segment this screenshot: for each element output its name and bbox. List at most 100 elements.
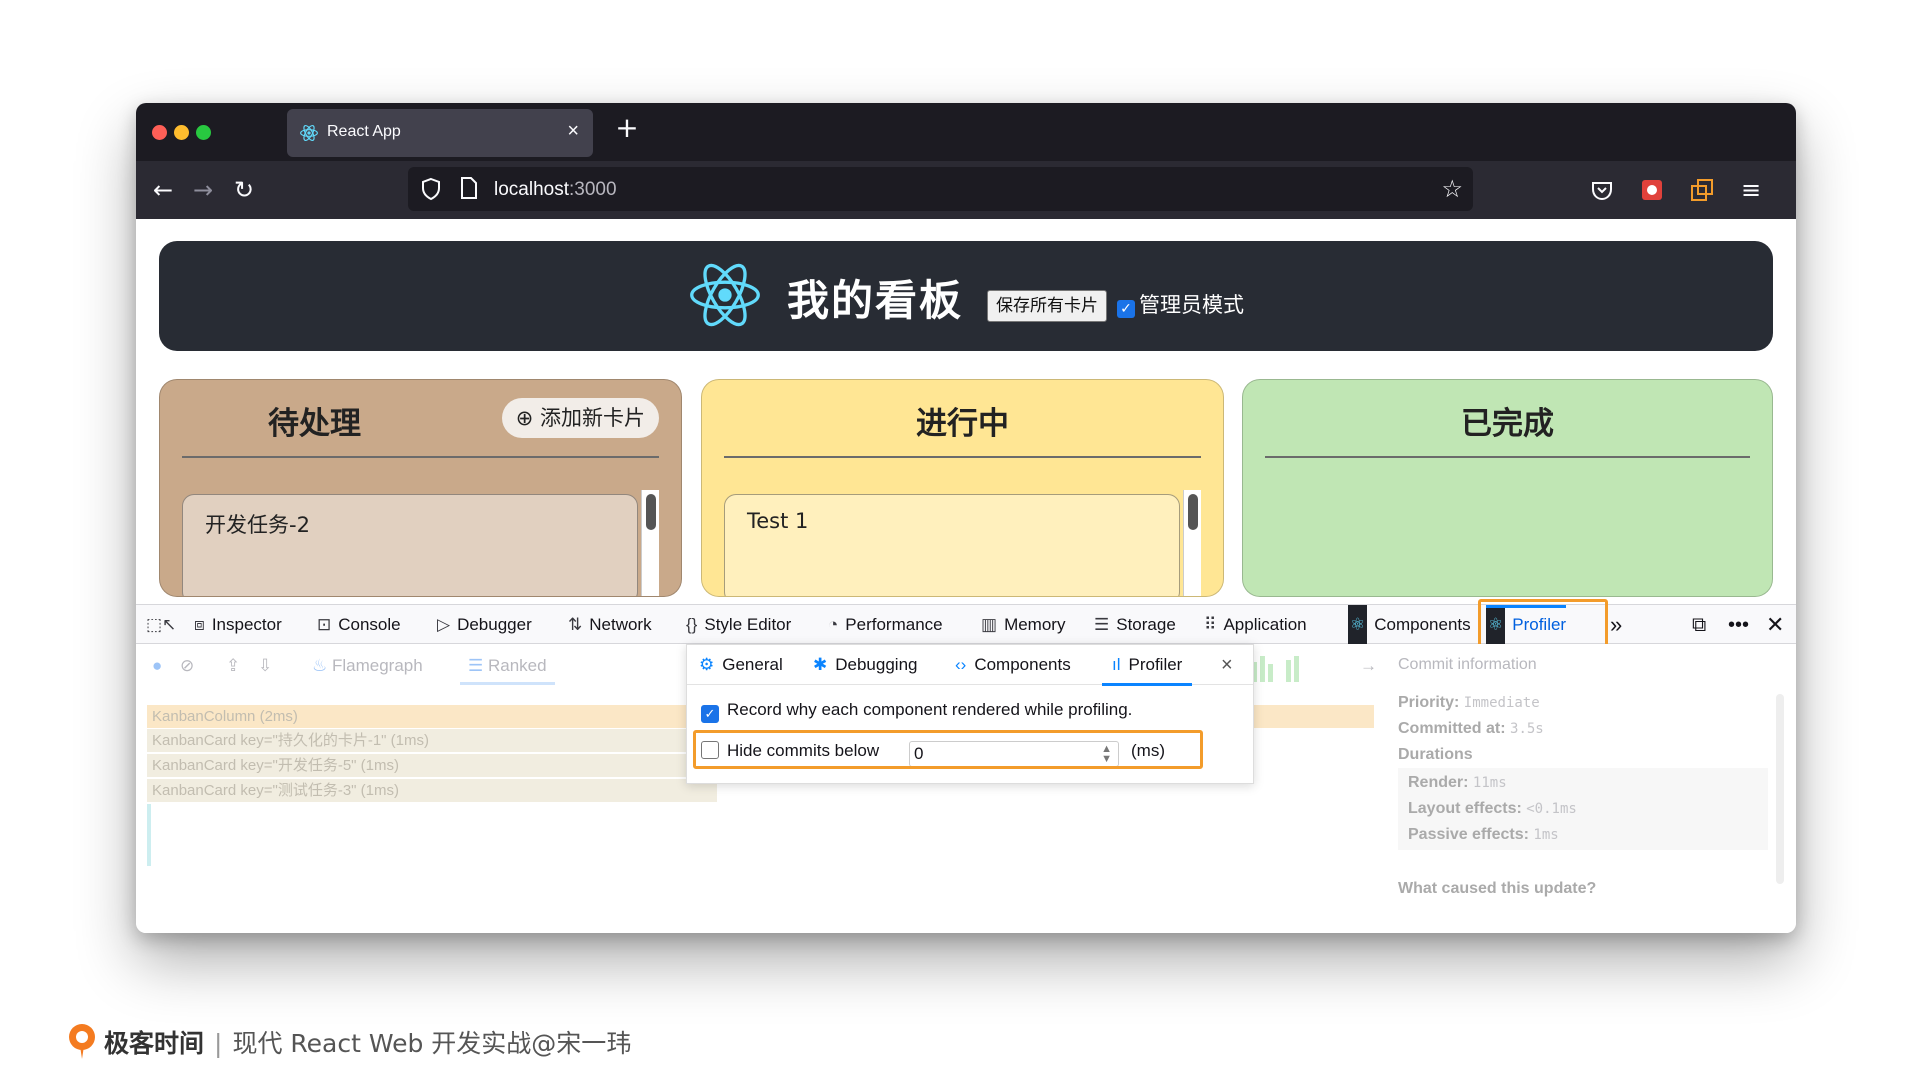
dock-side-icon[interactable]: ⧉ (1692, 605, 1706, 645)
shield-icon[interactable] (420, 177, 442, 201)
multi-window-icon[interactable] (1689, 177, 1715, 203)
ranked-tab[interactable]: ☰ Ranked (460, 656, 555, 685)
tab-label: Storage (1116, 615, 1176, 634)
record-icon[interactable]: ● (152, 656, 162, 676)
settings-tab-debugging[interactable]: ✱ Debugging (813, 645, 918, 685)
tab-application[interactable]: ⠿ Application (1204, 605, 1307, 645)
devtools-menu-icon[interactable]: ••• (1728, 605, 1749, 645)
column-scrollbar[interactable] (641, 490, 659, 596)
kanban-card[interactable]: 开发任务-2 (182, 494, 638, 596)
tab-inspector[interactable]: ⧈ Inspector (194, 605, 282, 645)
clear-icon[interactable]: ⊘ (180, 656, 194, 676)
commit-info-title: Commit information (1398, 656, 1537, 673)
tab-style-editor[interactable]: {} Style Editor (686, 605, 791, 645)
ranked-row[interactable]: KanbanCard key="开发任务-5" (1ms) (147, 754, 717, 777)
flame-icon: ♨ (312, 656, 328, 675)
durations-text: Durations (1398, 746, 1473, 763)
reload-icon[interactable]: ↻ (229, 175, 259, 205)
ranked-row[interactable]: KanbanCard key="持久化的卡片-1" (1ms) (147, 729, 717, 752)
record-why-option[interactable]: ✓ Record why each component rendered whil… (701, 700, 1132, 723)
bar-chart-icon: ıl (1112, 655, 1121, 674)
pocket-icon[interactable] (1589, 177, 1615, 203)
scrollbar-thumb[interactable] (1188, 494, 1198, 530)
layout-effects-row: Layout effects: <0.1ms (1408, 800, 1577, 818)
admin-mode-checkbox[interactable]: ✓ (1117, 300, 1135, 318)
load-profile-icon[interactable]: ⇪ (226, 656, 240, 676)
settings-tabs: ⚙ General ✱ Debugging ‹› Components ıl Profi… (687, 645, 1253, 686)
committed-label: Committed at: (1398, 720, 1506, 737)
kanban-column-todo: 待处理 ⊕ 添加新卡片 开发任务-2 (159, 379, 682, 597)
column-scrollbar[interactable] (1183, 490, 1201, 596)
tab-storage[interactable]: ☰ Storage (1094, 605, 1176, 645)
tab-label: General (722, 655, 783, 674)
settings-tab-general[interactable]: ⚙ General (699, 645, 783, 685)
close-window-button[interactable] (152, 125, 167, 140)
render-label: Render: (1408, 774, 1469, 791)
tab-components[interactable]: ⚛ Components (1348, 605, 1471, 645)
close-settings-icon[interactable]: × (1221, 645, 1233, 685)
page-viewport: 我的看板 保存所有卡片 ✓ 管理员模式 待处理 ⊕ 添加新卡片 开发任务-2 进行… (136, 219, 1796, 604)
close-tab-icon[interactable]: × (567, 120, 579, 143)
tab-console[interactable]: ⊡ Console (317, 605, 401, 645)
tab-label: Network (589, 615, 652, 634)
kanban-card[interactable]: Test 1 (724, 494, 1180, 596)
tab-title: React App (327, 123, 401, 140)
forward-arrow-icon[interactable]: → (188, 175, 218, 205)
ranked-row[interactable]: KanbanCard key="测试任务-3" (1ms) (147, 779, 717, 802)
kanban-column-done: 已完成 (1242, 379, 1773, 597)
minimize-window-button[interactable] (174, 125, 189, 140)
react-components-icon: ⚛ (1348, 605, 1368, 645)
column-divider (724, 456, 1201, 458)
tab-label: Performance (845, 615, 943, 634)
tab-label: Components (1374, 615, 1471, 634)
back-arrow-icon[interactable]: ← (148, 175, 178, 205)
tab-label: Components (974, 655, 1071, 674)
extension-icon[interactable] (1639, 177, 1665, 203)
save-all-cards-button[interactable]: 保存所有卡片 (987, 290, 1107, 322)
network-icon: ⇅ (568, 615, 583, 634)
tab-network[interactable]: ⇅ Network (568, 605, 652, 645)
tab-label: Debugger (457, 615, 532, 634)
tab-memory[interactable]: ▥ Memory (981, 605, 1065, 645)
priority-row: Priority: Immediate (1398, 694, 1540, 712)
layout-value: <0.1ms (1526, 801, 1577, 817)
settings-tab-components[interactable]: ‹› Components (955, 645, 1071, 685)
title-bar: React App × + (136, 103, 1796, 161)
column-divider (182, 456, 659, 458)
react-logo-icon (690, 263, 760, 327)
render-value: 11ms (1472, 775, 1507, 791)
tab-label: Memory (1004, 615, 1066, 634)
durations-label: Durations (1398, 746, 1473, 764)
bookmark-star-icon[interactable]: ☆ (1441, 175, 1463, 204)
menu-icon[interactable]: ≡ (1736, 175, 1766, 205)
flamegraph-tab[interactable]: ♨ Flamegraph (312, 656, 423, 676)
column-title: 已完成 (1461, 406, 1554, 442)
add-new-card-button[interactable]: ⊕ 添加新卡片 (501, 398, 659, 438)
tab-label: Debugging (835, 655, 918, 674)
url-bar[interactable]: localhost:3000 ☆ (408, 167, 1473, 211)
next-commit-icon[interactable]: → (1360, 656, 1377, 676)
tab-debugger[interactable]: ▷ Debugger (437, 605, 532, 645)
scrollbar-thumb[interactable] (646, 494, 656, 530)
ranked-label: Ranked (487, 656, 547, 675)
save-profile-icon[interactable]: ⇩ (258, 656, 272, 676)
settings-tab-profiler[interactable]: ıl Profiler (1101, 645, 1193, 686)
browser-tab[interactable]: React App × (287, 109, 593, 157)
commit-info-scrollbar[interactable] (1776, 694, 1784, 884)
application-icon: ⠿ (1204, 615, 1217, 634)
app-title: 我的看板 (787, 276, 964, 325)
more-tabs-icon[interactable]: » (1610, 605, 1622, 645)
commit-bar-chart[interactable] (1236, 654, 1366, 682)
passive-value: 1ms (1533, 827, 1559, 843)
new-tab-button[interactable]: + (610, 111, 644, 144)
durations-box: Render: 11ms Layout effects: <0.1ms Pass… (1398, 768, 1768, 850)
console-icon: ⊡ (317, 615, 332, 634)
record-why-checkbox[interactable]: ✓ (701, 705, 719, 723)
tab-performance[interactable]: ◔ Performance (828, 605, 943, 645)
tab-label: Profiler (1128, 655, 1183, 674)
page-icon (461, 177, 477, 199)
element-picker-icon[interactable]: ⬚↖ (146, 605, 183, 645)
admin-mode-toggle[interactable]: ✓ 管理员模式 (1117, 289, 1244, 319)
close-devtools-icon[interactable]: ✕ (1766, 605, 1784, 645)
zoom-window-button[interactable] (196, 125, 211, 140)
